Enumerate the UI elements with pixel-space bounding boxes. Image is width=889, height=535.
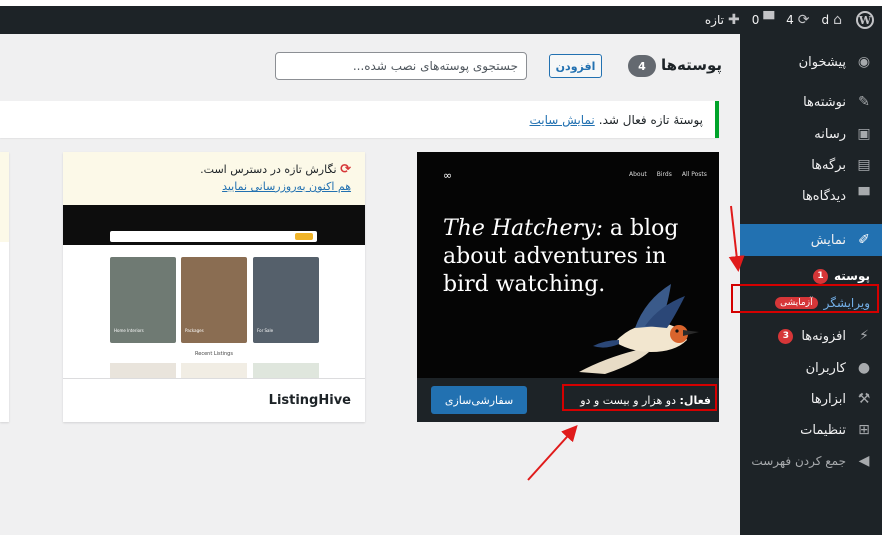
- refresh-icon: ⟳: [797, 12, 810, 28]
- screenshot-category-title: For Sale: [257, 328, 274, 333]
- new-content-menu[interactable]: ✚ تازه: [699, 6, 746, 34]
- new-label: تازه: [704, 13, 724, 27]
- collapse-icon: ◀: [858, 453, 870, 469]
- wrench-icon: ⚒: [857, 391, 871, 407]
- wordpress-icon: W: [856, 11, 874, 29]
- active-theme-screenshot: ∞ About Birds All Posts The Hatchery: a …: [417, 152, 719, 378]
- user-icon: ●: [857, 360, 871, 376]
- themes-update-badge: 1: [812, 268, 828, 284]
- annotation-box-editor: [731, 284, 879, 313]
- menu-comments[interactable]: ▀ دیدگاه‌ها: [740, 180, 882, 212]
- menu-media[interactable]: ▣ رسانه: [740, 118, 882, 150]
- current-menu-arrow: [732, 232, 740, 248]
- menu-settings[interactable]: ⊞ تنظیمات: [740, 414, 882, 446]
- admin-screen: W ⌂ d ⟳ 4 ▀ 0 ✚ تازه ◉ پیشخوان ✎ نوشته‌ه…: [0, 6, 882, 535]
- menu-comments-label: دیدگاه‌ها: [801, 188, 846, 204]
- screenshot-headline-title: The Hatchery:: [443, 216, 603, 241]
- menu-tools-label: ابزارها: [810, 391, 846, 407]
- theme-name: ListingHive: [63, 378, 365, 422]
- plus-icon: ✚: [727, 12, 740, 28]
- screenshot-search-button: [295, 233, 313, 240]
- media-icon: ▣: [857, 126, 871, 142]
- theme-card-partial[interactable]: [0, 152, 9, 422]
- admin-bar: W ⌂ d ⟳ 4 ▀ 0 ✚ تازه: [0, 6, 882, 34]
- updates-menu[interactable]: ⟳ 4: [780, 6, 815, 34]
- theme-search-input[interactable]: [275, 52, 527, 80]
- screenshot-listing-thumb: [181, 363, 247, 378]
- menu-appearance[interactable]: ✐ نمایش: [732, 224, 882, 256]
- page-icon: ▤: [857, 157, 871, 173]
- menu-users[interactable]: ● کاربران: [740, 352, 882, 384]
- screenshot-recent-heading: Recent Listings: [195, 351, 233, 357]
- add-new-theme-button[interactable]: افزودن: [549, 54, 602, 78]
- comments-count: 0: [751, 13, 760, 27]
- wp-logo-menu[interactable]: W: [848, 6, 882, 34]
- menu-posts[interactable]: ✎ نوشته‌ها: [740, 86, 882, 118]
- page-gutter: [882, 0, 889, 535]
- screenshot-category-card: Home Interiors: [110, 257, 176, 343]
- theme-count-badge: 4: [628, 55, 656, 77]
- screenshot-category-title: Home Interiors: [114, 328, 144, 333]
- comment-icon: ▀: [763, 12, 775, 28]
- menu-plugins-label: افزونه‌ها: [801, 328, 846, 344]
- menu-posts-label: نوشته‌ها: [803, 94, 846, 110]
- menu-users-label: کاربران: [805, 360, 846, 376]
- pin-icon: ✎: [858, 94, 870, 110]
- settings-icon: ⊞: [858, 422, 870, 438]
- infinity-logo-icon: ∞: [443, 169, 453, 182]
- screenshot-listing-thumb: [253, 363, 319, 378]
- annotation-box-active-theme: [562, 384, 717, 411]
- menu-plugins[interactable]: ⚡ افزونه‌ها 3: [740, 320, 882, 352]
- updates-count: 4: [786, 13, 794, 27]
- collapse-menu-button[interactable]: ◀ جمع کردن فهرست: [740, 445, 882, 477]
- theme-card-listinghive[interactable]: Home Interiors Packages For Sale Recent …: [63, 152, 365, 422]
- collapse-menu-label: جمع کردن فهرست: [751, 454, 846, 468]
- plugins-update-badge: 3: [778, 328, 794, 344]
- site-name: d: [821, 13, 830, 27]
- update-notice-text: نگارش تازه در دسترس است.: [200, 163, 337, 176]
- screenshot-search-bar: [110, 231, 317, 242]
- comment-icon: ▀: [858, 188, 870, 204]
- active-theme-card[interactable]: ∞ About Birds All Posts The Hatchery: a …: [417, 152, 719, 422]
- visit-site-link[interactable]: نمایش سایت: [530, 113, 595, 127]
- theme-activated-notice: پوستهٔ تازه فعال شد. نمایش سایت: [0, 101, 719, 138]
- menu-settings-label: تنظیمات: [800, 422, 846, 438]
- paintbrush-icon: ✐: [858, 232, 870, 248]
- submenu-themes-label: پوسته: [833, 269, 870, 283]
- screenshot-nav-item: All Posts: [681, 171, 707, 178]
- screenshot-nav-item: About: [629, 171, 647, 178]
- screenshot-nav-item: Birds: [656, 171, 672, 178]
- partial-theme-banner: [0, 152, 9, 242]
- site-name-menu[interactable]: ⌂ d: [815, 6, 848, 34]
- page-title: پوسته‌ها: [660, 56, 722, 74]
- update-now-link[interactable]: هم اکنون به‌روزرسانی نمایید: [222, 180, 351, 193]
- comments-menu[interactable]: ▀ 0: [746, 6, 780, 34]
- menu-dashboard-label: پیشخوان: [798, 54, 846, 70]
- screenshot-category-card: For Sale: [253, 257, 319, 343]
- menu-media-label: رسانه: [814, 126, 846, 142]
- customize-button[interactable]: سفارشی‌سازی: [431, 386, 527, 414]
- home-icon: ⌂: [833, 12, 842, 28]
- update-refresh-icon: ⟳: [340, 162, 351, 177]
- dashboard-icon: ◉: [857, 54, 871, 70]
- screenshot-nav: About Birds All Posts: [629, 171, 707, 178]
- menu-pages-label: برگه‌ها: [811, 157, 846, 173]
- menu-dashboard[interactable]: ◉ پیشخوان: [740, 46, 882, 78]
- notice-text: پوستهٔ تازه فعال شد.: [598, 112, 703, 127]
- screenshot-listing-thumb: [110, 363, 176, 378]
- swallow-bird-illustration: [579, 284, 699, 374]
- menu-pages[interactable]: ▤ برگه‌ها: [740, 149, 882, 181]
- plugin-icon: ⚡: [859, 328, 869, 344]
- menu-appearance-label: نمایش: [810, 232, 846, 248]
- screenshot-category-title: Packages: [185, 328, 204, 333]
- theme-update-notice: ⟳ نگارش تازه در دسترس است. هم اکنون به‌ر…: [63, 152, 365, 205]
- menu-tools[interactable]: ⚒ ابزارها: [740, 383, 882, 415]
- screenshot-category-card: Packages: [181, 257, 247, 343]
